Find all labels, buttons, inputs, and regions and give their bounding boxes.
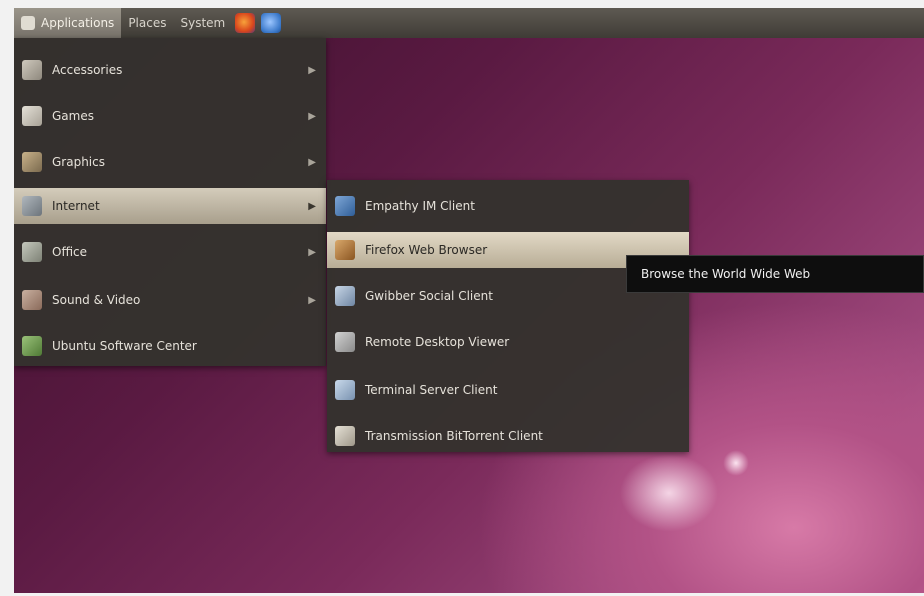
graphics-icon	[22, 152, 42, 172]
submenu-arrow-icon: ▶	[308, 110, 316, 122]
submenu-item-label: Terminal Server Client	[365, 383, 498, 397]
menu-item-label: Office	[52, 245, 88, 259]
menu-item-software-center[interactable]: Ubuntu Software Center	[14, 328, 326, 364]
submenu-arrow-icon: ▶	[308, 64, 316, 76]
internet-icon	[22, 196, 42, 216]
games-icon	[22, 106, 42, 126]
menu-item-label: Sound & Video	[52, 293, 141, 307]
internet-submenu: Empathy IM Client Firefox Web Browser Gw…	[327, 180, 689, 452]
accessories-icon	[22, 60, 42, 80]
submenu-item-label: Gwibber Social Client	[365, 289, 493, 303]
menu-item-office[interactable]: Office ▶	[14, 234, 326, 270]
system-menu[interactable]: System	[173, 8, 232, 38]
menu-item-label: Games	[52, 109, 94, 123]
office-icon	[22, 242, 42, 262]
menu-item-label: Ubuntu Software Center	[52, 339, 197, 353]
places-label: Places	[128, 16, 167, 30]
submenu-item-terminal-server[interactable]: Terminal Server Client	[327, 372, 689, 408]
top-panel: Applications Places System	[14, 8, 924, 38]
tooltip: Browse the World Wide Web	[626, 255, 924, 293]
menu-item-games[interactable]: Games ▶	[14, 98, 326, 134]
empathy-icon	[335, 196, 355, 216]
system-label: System	[180, 16, 226, 30]
menu-item-label: Internet	[52, 199, 100, 213]
tooltip-text: Browse the World Wide Web	[641, 267, 811, 281]
firefox-icon	[335, 240, 355, 260]
submenu-arrow-icon: ▶	[308, 294, 316, 306]
submenu-arrow-icon: ▶	[308, 156, 316, 168]
places-menu[interactable]: Places	[121, 8, 173, 38]
submenu-item-remote-desktop[interactable]: Remote Desktop Viewer	[327, 324, 689, 360]
submenu-item-label: Empathy IM Client	[365, 199, 475, 213]
submenu-item-label: Firefox Web Browser	[365, 243, 488, 257]
menu-item-label: Graphics	[52, 155, 105, 169]
remote-desktop-icon	[335, 332, 355, 352]
submenu-item-empathy[interactable]: Empathy IM Client	[327, 188, 689, 224]
applications-dropdown: Accessories ▶ Games ▶ Graphics ▶ Interne…	[14, 38, 326, 366]
firefox-icon[interactable]	[235, 13, 256, 33]
applications-menu[interactable]: Applications	[14, 8, 122, 38]
ubuntu-logo-icon	[21, 16, 35, 30]
menu-item-graphics[interactable]: Graphics ▶	[14, 144, 326, 180]
help-icon[interactable]	[261, 13, 282, 33]
gwibber-icon	[335, 286, 355, 306]
terminal-server-icon	[335, 380, 355, 400]
submenu-arrow-icon: ▶	[308, 246, 316, 258]
menu-item-internet[interactable]: Internet ▶	[14, 188, 326, 224]
applications-label: Applications	[41, 16, 115, 30]
transmission-icon	[335, 426, 355, 446]
submenu-item-label: Remote Desktop Viewer	[365, 335, 510, 349]
desktop: Applications Places System Accessories ▶…	[14, 8, 924, 593]
submenu-item-label: Transmission BitTorrent Client	[365, 429, 543, 443]
submenu-arrow-icon: ▶	[308, 200, 316, 212]
menu-item-sound-video[interactable]: Sound & Video ▶	[14, 282, 326, 318]
menu-item-accessories[interactable]: Accessories ▶	[14, 52, 326, 88]
menu-item-label: Accessories	[52, 63, 123, 77]
software-center-icon	[22, 336, 42, 356]
sound-video-icon	[22, 290, 42, 310]
submenu-item-transmission[interactable]: Transmission BitTorrent Client	[327, 418, 689, 454]
